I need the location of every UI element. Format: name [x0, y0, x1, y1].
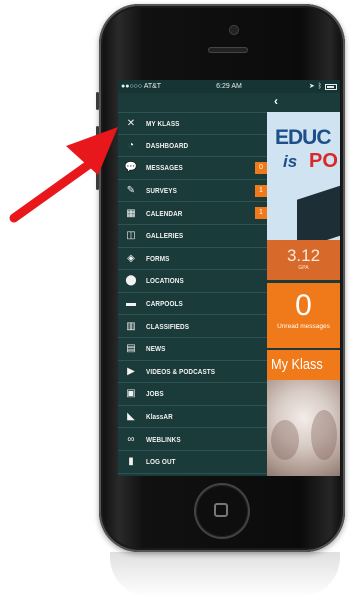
red-arrow-icon [9, 127, 118, 223]
